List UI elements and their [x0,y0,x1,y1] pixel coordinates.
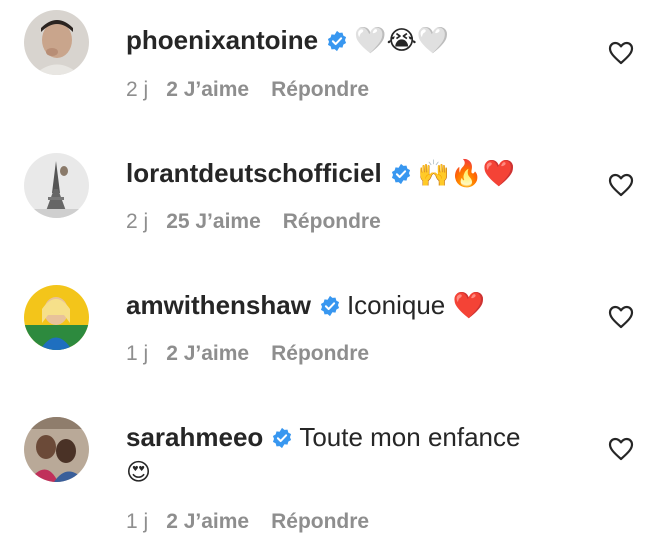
comment-meta: 2 j 25 J’aime Répondre [126,209,381,235]
comment-text-emoji: 😍 [126,458,152,486]
avatar-image-amwithenshaw [24,285,89,350]
avatar[interactable] [24,417,89,482]
comment-line: lorantdeutschofficiel 🙌🔥❤️ [126,157,588,190]
timestamp: 2 j [126,210,149,233]
reply-button[interactable]: Répondre [271,77,369,103]
comment-text: Iconique ❤️ [346,290,485,320]
like-heart-icon[interactable] [608,305,634,329]
verified-badge-icon [271,427,293,449]
comment-text: Toute mon enfance [299,422,521,452]
username-link[interactable]: lorantdeutschofficiel [126,158,382,188]
comment-meta: 2 j 2 J’aime Répondre [126,77,369,103]
username-link[interactable]: amwithenshaw [126,290,311,320]
comment-line: sarahmeeo Toute mon enfance [126,421,588,453]
avatar[interactable] [24,285,89,350]
avatar-image-sarahmeeo [24,417,89,482]
comment-line: amwithenshaw Iconique ❤️ [126,289,588,321]
verified-badge-icon [390,163,412,185]
username-link[interactable]: sarahmeeo [126,422,263,452]
comment-line: phoenixantoine 🤍😭🤍 [126,24,588,57]
like-heart-icon[interactable] [608,173,634,197]
reply-button[interactable]: Répondre [283,209,381,235]
likes-count-link[interactable]: 2 J’aime [166,341,249,367]
timestamp: 1 j [126,510,149,533]
reply-button[interactable]: Répondre [271,341,369,367]
likes-count-link[interactable]: 2 J’aime [166,77,249,103]
avatar[interactable] [24,153,89,218]
timestamp: 1 j [126,342,149,365]
timestamp: 2 j [126,78,149,101]
avatar-image-lorantdeutschofficiel [24,153,89,218]
avatar[interactable] [24,10,89,75]
like-heart-icon[interactable] [608,41,634,65]
comment-text: 🤍😭🤍 [354,26,450,56]
comment-meta: 1 j 2 J’aime Répondre [126,509,369,535]
comment-text: 🙌🔥❤️ [417,159,515,189]
likes-count-link[interactable]: 25 J’aime [166,209,261,235]
comment-meta: 1 j 2 J’aime Répondre [126,341,369,367]
avatar-image-phoenixantoine [24,10,89,75]
like-heart-icon[interactable] [608,437,634,461]
verified-badge-icon [319,295,341,317]
likes-count-link[interactable]: 2 J’aime [166,509,249,535]
username-link[interactable]: phoenixantoine [126,25,318,55]
reply-button[interactable]: Répondre [271,509,369,535]
verified-badge-icon [326,30,348,52]
